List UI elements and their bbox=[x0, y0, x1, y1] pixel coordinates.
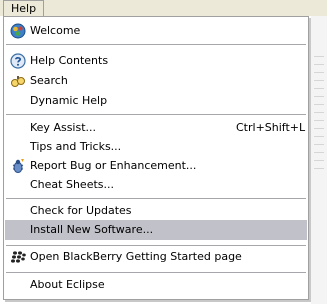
menu-item-check-for-updates[interactable]: Check for Updates bbox=[5, 201, 307, 221]
menu-item-report-bug[interactable]: Report Bug or Enhancement... bbox=[5, 156, 307, 176]
menu-item-welcome[interactable]: Welcome bbox=[5, 21, 307, 41]
menu-label-key-assist: Key Assist... bbox=[30, 121, 97, 134]
menu-label-check-for-updates: Check for Updates bbox=[30, 204, 132, 217]
menu-label-about-eclipse: About Eclipse bbox=[30, 278, 105, 291]
help-menu: Welcome Help Contents Search Dynamic Hel… bbox=[3, 16, 309, 300]
key-assist-shortcut: Ctrl+Shift+L bbox=[236, 121, 306, 134]
separator bbox=[6, 198, 306, 200]
menu-label-help-contents: Help Contents bbox=[30, 54, 109, 67]
menu-label-dynamic-help: Dynamic Help bbox=[30, 94, 108, 107]
menu-item-search[interactable]: Search bbox=[5, 71, 307, 91]
menu-label-report-bug: Report Bug or Enhancement... bbox=[30, 159, 197, 172]
menubar-help[interactable]: Help bbox=[3, 0, 45, 16]
menu-label-welcome: Welcome bbox=[30, 24, 81, 37]
menu-item-about-eclipse[interactable]: About Eclipse bbox=[5, 275, 307, 295]
menu-item-install-new-software[interactable]: Install New Software... bbox=[5, 220, 307, 240]
menu-bar: Help bbox=[0, 0, 327, 16]
menu-item-tips-and-tricks[interactable]: Tips and Tricks... bbox=[5, 137, 307, 157]
background-window-edge bbox=[311, 16, 327, 304]
help-question-icon bbox=[10, 53, 26, 69]
blackberry-logo-icon bbox=[11, 251, 26, 263]
welcome-globe-icon bbox=[10, 23, 26, 39]
menu-label-tips-and-tricks: Tips and Tricks... bbox=[30, 140, 122, 153]
menu-label-install-new-software: Install New Software... bbox=[30, 223, 154, 236]
menu-item-open-blackberry[interactable]: Open BlackBerry Getting Started page bbox=[5, 247, 307, 267]
menu-item-cheat-sheets[interactable]: Cheat Sheets... bbox=[5, 175, 307, 195]
bug-report-icon bbox=[12, 159, 24, 173]
menu-item-key-assist[interactable]: Key Assist... Ctrl+Shift+L bbox=[5, 118, 307, 138]
menu-label-cheat-sheets: Cheat Sheets... bbox=[30, 178, 114, 191]
menu-item-dynamic-help[interactable]: Dynamic Help bbox=[5, 91, 307, 111]
separator bbox=[6, 114, 306, 116]
search-binoculars-icon bbox=[11, 76, 25, 87]
menu-label-search: Search bbox=[30, 74, 68, 87]
menu-item-help-contents[interactable]: Help Contents bbox=[5, 51, 307, 71]
menu-label-open-blackberry: Open BlackBerry Getting Started page bbox=[30, 250, 242, 263]
separator bbox=[6, 272, 306, 274]
separator bbox=[6, 44, 306, 46]
background-lines bbox=[314, 56, 324, 176]
